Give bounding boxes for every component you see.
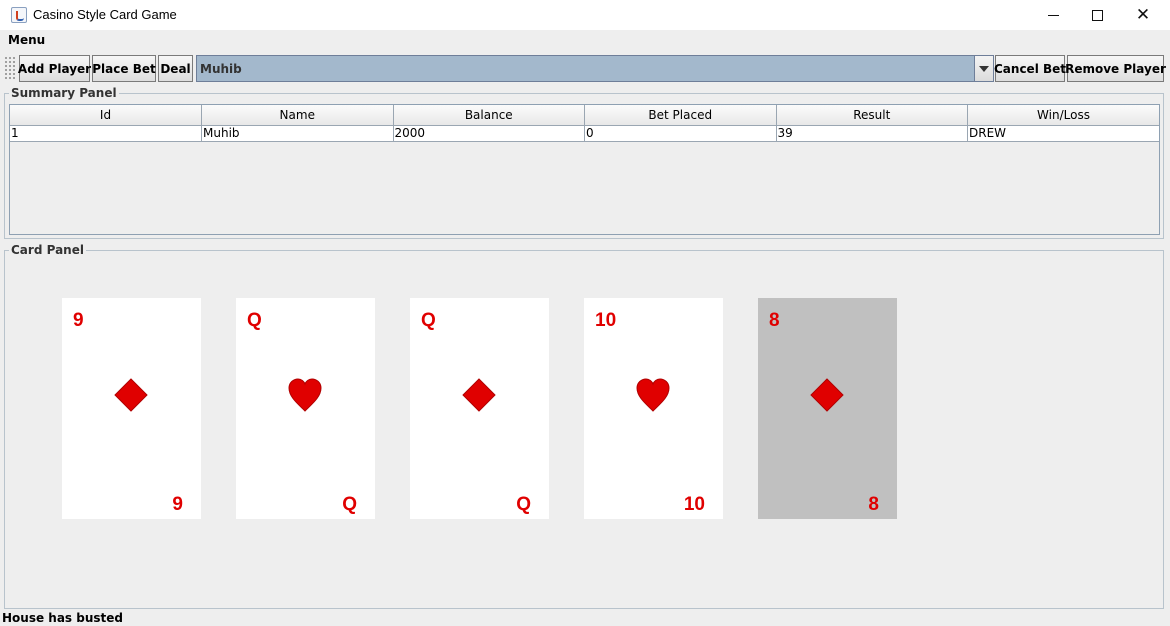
cell-bet-placed[interactable]: 0 (584, 125, 777, 142)
java-app-icon (11, 7, 27, 23)
chevron-down-icon[interactable] (974, 56, 993, 81)
playing-card: 8 8 (758, 298, 897, 519)
playing-card: 9 9 (62, 298, 201, 519)
cell-id[interactable]: 1 (10, 125, 202, 142)
summary-table[interactable]: Id Name Balance Bet Placed Result Win/Lo… (9, 104, 1160, 235)
card-panel: Card Panel 9 9 Q Q Q Q 10 10 8 8 (4, 243, 1164, 609)
column-header-win-loss[interactable]: Win/Loss (967, 105, 1159, 126)
card-rank-bottom: 10 (683, 494, 705, 515)
playing-card: Q Q (410, 298, 549, 519)
card-rank-bottom: 8 (868, 494, 879, 515)
toolbar-grip[interactable] (4, 56, 16, 80)
status-message: House has busted (2, 611, 123, 625)
card-rank-bottom: Q (516, 494, 531, 515)
menu-bar: Menu (0, 30, 1170, 52)
toolbar: Add Player Place Bet Deal Muhib Cancel B… (2, 53, 1167, 83)
minimize-icon (1047, 14, 1059, 16)
card-rank-top: 9 (73, 310, 84, 331)
diamond-icon (114, 378, 148, 412)
place-bet-button[interactable]: Place Bet (92, 55, 156, 82)
minimize-button[interactable] (1030, 0, 1076, 30)
menu-item-menu[interactable]: Menu (8, 33, 45, 47)
heart-icon (636, 378, 670, 412)
add-player-button[interactable]: Add Player (18, 55, 91, 82)
close-button[interactable]: ✕ (1120, 0, 1166, 30)
playing-card: Q Q (236, 298, 375, 519)
diamond-icon (810, 378, 844, 412)
table-row[interactable]: 1 Muhib 2000 0 39 DREW (10, 125, 1159, 142)
app-window: Casino Style Card Game ✕ Menu Add Player… (0, 0, 1170, 626)
card-rank-bottom: 9 (172, 494, 183, 515)
column-header-name[interactable]: Name (201, 105, 394, 126)
table-header-row: Id Name Balance Bet Placed Result Win/Lo… (10, 105, 1159, 126)
diamond-icon (462, 378, 496, 412)
title-bar: Casino Style Card Game ✕ (0, 0, 1170, 30)
player-select[interactable]: Muhib (196, 55, 994, 82)
cell-name[interactable]: Muhib (201, 125, 394, 142)
cancel-bet-button[interactable]: Cancel Bet (994, 55, 1066, 82)
deal-button[interactable]: Deal (158, 55, 193, 82)
column-header-bet-placed[interactable]: Bet Placed (584, 105, 777, 126)
column-header-result[interactable]: Result (776, 105, 968, 126)
column-header-balance[interactable]: Balance (393, 105, 585, 126)
close-icon: ✕ (1135, 4, 1151, 25)
summary-panel-title: Summary Panel (9, 86, 119, 100)
card-rank-top: Q (247, 310, 262, 331)
column-header-id[interactable]: Id (10, 105, 202, 126)
window-title: Casino Style Card Game (33, 7, 177, 22)
card-rank-bottom: Q (342, 494, 357, 515)
card-rank-top: 10 (595, 310, 617, 331)
card-rank-top: 8 (769, 310, 780, 331)
card-rank-top: Q (421, 310, 436, 331)
cell-result[interactable]: 39 (776, 125, 968, 142)
playing-card: 10 10 (584, 298, 723, 519)
heart-icon (288, 378, 322, 412)
remove-player-button[interactable]: Remove Player (1065, 55, 1166, 82)
cell-balance[interactable]: 2000 (393, 125, 585, 142)
cell-win-loss[interactable]: DREW (967, 125, 1159, 142)
card-panel-title: Card Panel (9, 243, 86, 257)
maximize-button[interactable] (1074, 0, 1120, 30)
summary-panel: Summary Panel Id Name Balance Bet Placed… (4, 86, 1164, 239)
player-select-value: Muhib (200, 62, 242, 76)
maximize-icon (1091, 9, 1103, 21)
